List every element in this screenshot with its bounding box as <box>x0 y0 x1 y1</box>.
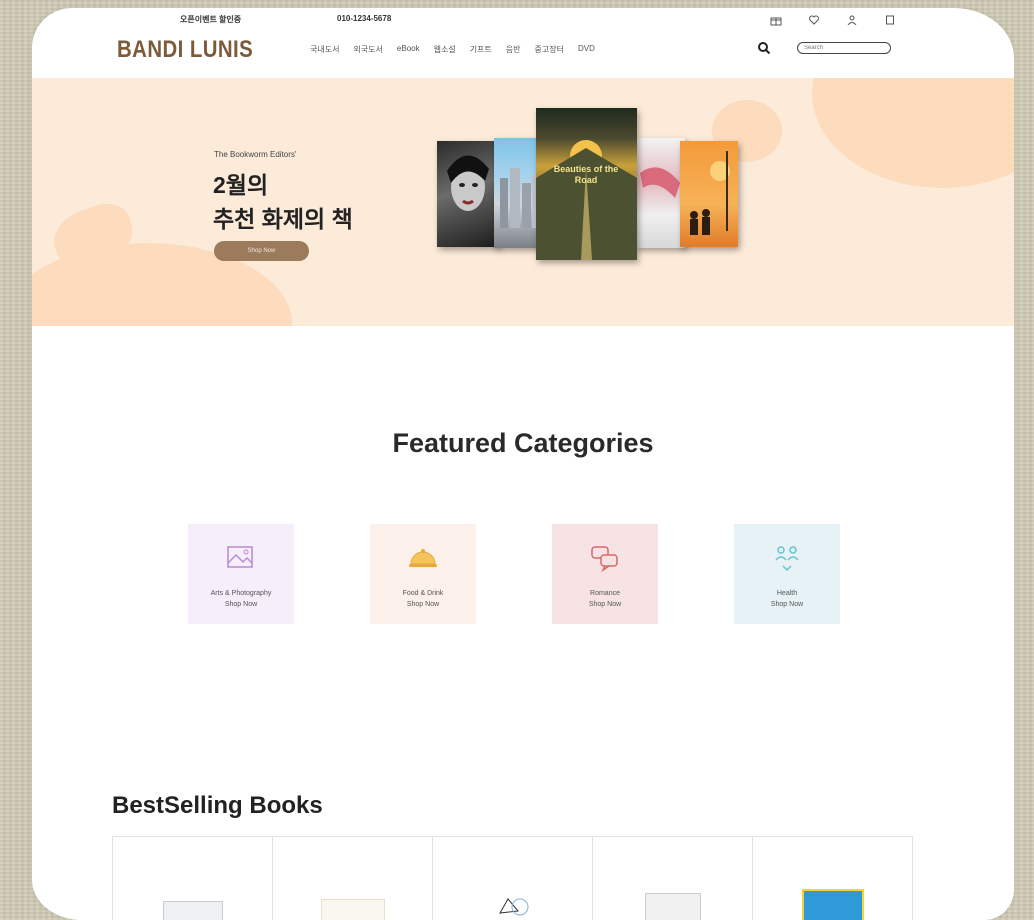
book-cover[interactable] <box>437 141 499 247</box>
utility-icons <box>770 14 896 26</box>
hero-banner: The Bookworm Editors' 2월의 추천 화제의 책 Shop … <box>32 78 1014 326</box>
cart-icon[interactable] <box>884 14 896 26</box>
category-shop-link[interactable]: Shop Now <box>225 599 257 610</box>
user-icon[interactable] <box>846 14 858 26</box>
nav-item-used[interactable]: 중고장터 <box>535 44 564 55</box>
category-list: Arts & Photography Shop Now Food & Drink… <box>188 524 840 624</box>
nav-item-gift[interactable]: 기프트 <box>470 44 492 55</box>
category-name: Arts & Photography <box>210 590 272 597</box>
hero-title-line: 추천 화제의 책 <box>213 206 353 232</box>
speech-bubbles-icon <box>589 542 621 574</box>
picture-icon <box>225 542 257 574</box>
book-card[interactable] <box>112 836 273 920</box>
book-card[interactable] <box>432 836 593 920</box>
nav-item-dvd[interactable]: DVD <box>578 44 595 55</box>
site-logo[interactable]: BANDI LUNIS <box>117 36 253 64</box>
nav-item-ebook[interactable]: eBook <box>397 44 420 55</box>
category-shop-link[interactable]: Shop Now <box>589 599 621 610</box>
nav-item-foreign-books[interactable]: 외국도서 <box>353 44 382 55</box>
page: 오픈이벤트 할인중 010-1234-5678 BANDI LUNIS 국내도서… <box>32 8 1014 920</box>
category-name: Food & Drink <box>402 590 444 597</box>
search-icon[interactable] <box>757 41 771 55</box>
main-nav: 국내도서 외국도서 eBook 웹소설 기프트 음반 중고장터 DVD <box>310 44 595 55</box>
book-thumbnail <box>644 893 701 920</box>
category-card-health[interactable]: Health Shop Now <box>734 524 840 624</box>
hero-title: 2월의 추천 화제의 책 <box>213 168 353 236</box>
featured-categories-heading: Featured Categories <box>392 428 654 458</box>
nav-item-webnovel[interactable]: 웹소설 <box>434 44 456 55</box>
gift-icon[interactable] <box>770 14 782 26</box>
book-thumbnail <box>801 889 864 920</box>
hero-kicker: The Bookworm Editors' <box>214 150 297 159</box>
decorative-blob <box>812 78 1014 188</box>
promo-text: 오픈이벤트 할인중 <box>180 15 242 24</box>
book-card[interactable] <box>272 836 433 920</box>
heart-icon[interactable] <box>808 14 820 26</box>
bestselling-heading: BestSelling Books <box>112 792 323 819</box>
category-card-arts[interactable]: Arts & Photography Shop Now <box>188 524 294 624</box>
category-shop-link[interactable]: Shop Now <box>407 599 439 610</box>
category-name: Romance <box>590 590 620 597</box>
phone-number: 010-1234-5678 <box>337 14 392 23</box>
book-thumbnail <box>162 901 223 920</box>
category-shop-link[interactable]: Shop Now <box>771 599 803 610</box>
hero-title-line: 2월의 <box>213 172 269 198</box>
cloche-icon <box>407 542 439 574</box>
book-title: Beauties of the Road <box>553 164 619 185</box>
category-card-food[interactable]: Food & Drink Shop Now <box>370 524 476 624</box>
book-thumbnail <box>477 885 548 920</box>
category-card-romance[interactable]: Romance Shop Now <box>552 524 658 624</box>
nav-item-domestic-books[interactable]: 국내도서 <box>310 44 339 55</box>
nav-item-music[interactable]: 음반 <box>506 44 521 55</box>
category-name: Health <box>776 590 798 597</box>
health-icon <box>771 542 803 574</box>
book-card[interactable] <box>592 836 753 920</box>
book-cover[interactable] <box>680 141 738 247</box>
site-header: 오픈이벤트 할인중 010-1234-5678 BANDI LUNIS 국내도서… <box>32 8 1014 78</box>
bestselling-grid <box>112 836 913 920</box>
shop-now-button[interactable]: Shop Now <box>214 241 309 261</box>
book-cover[interactable] <box>635 138 685 248</box>
search-input[interactable] <box>797 42 891 54</box>
book-thumbnail <box>320 899 385 920</box>
book-cover-featured[interactable]: Beauties of the Road <box>536 108 637 260</box>
book-card[interactable] <box>752 836 913 920</box>
